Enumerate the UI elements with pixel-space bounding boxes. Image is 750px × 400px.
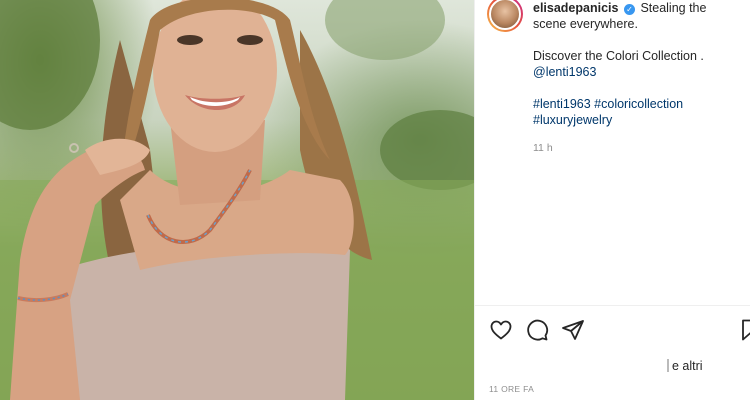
heart-icon[interactable] (489, 318, 513, 342)
hashtags-link[interactable]: #lenti1963 #coloricollection (533, 97, 683, 111)
comment-icon[interactable] (525, 318, 549, 342)
action-bar (489, 318, 750, 342)
bookmark-icon[interactable] (740, 318, 750, 342)
likes-text: e altri (672, 359, 703, 373)
username-link[interactable]: elisadepanicis (533, 1, 618, 15)
caption-collection: Discover the Colori Collection . (533, 49, 704, 63)
caption-row: elisadepanicis ✓ Stealing the scene ever… (487, 0, 750, 156)
avatar[interactable] (487, 0, 523, 32)
photo-illustration (0, 0, 474, 400)
verified-badge-icon: ✓ (623, 4, 635, 15)
likes-separator (667, 359, 669, 372)
share-icon[interactable] (561, 318, 585, 342)
avatar-image (489, 0, 521, 30)
hashtag-luxuryjewelry-link[interactable]: #luxuryjewelry (533, 113, 612, 127)
caption: elisadepanicis ✓ Stealing the scene ever… (533, 0, 743, 156)
actions-divider (475, 305, 750, 306)
post-panel: elisadepanicis ✓ Stealing the scene ever… (475, 0, 750, 400)
mention-link[interactable]: @lenti1963 (533, 65, 596, 79)
post-photo[interactable] (0, 0, 474, 400)
caption-timestamp[interactable]: 11 h (533, 140, 743, 156)
post-date[interactable]: 11 ORE FA (489, 384, 534, 394)
likes-summary[interactable]: e altri (667, 359, 703, 373)
